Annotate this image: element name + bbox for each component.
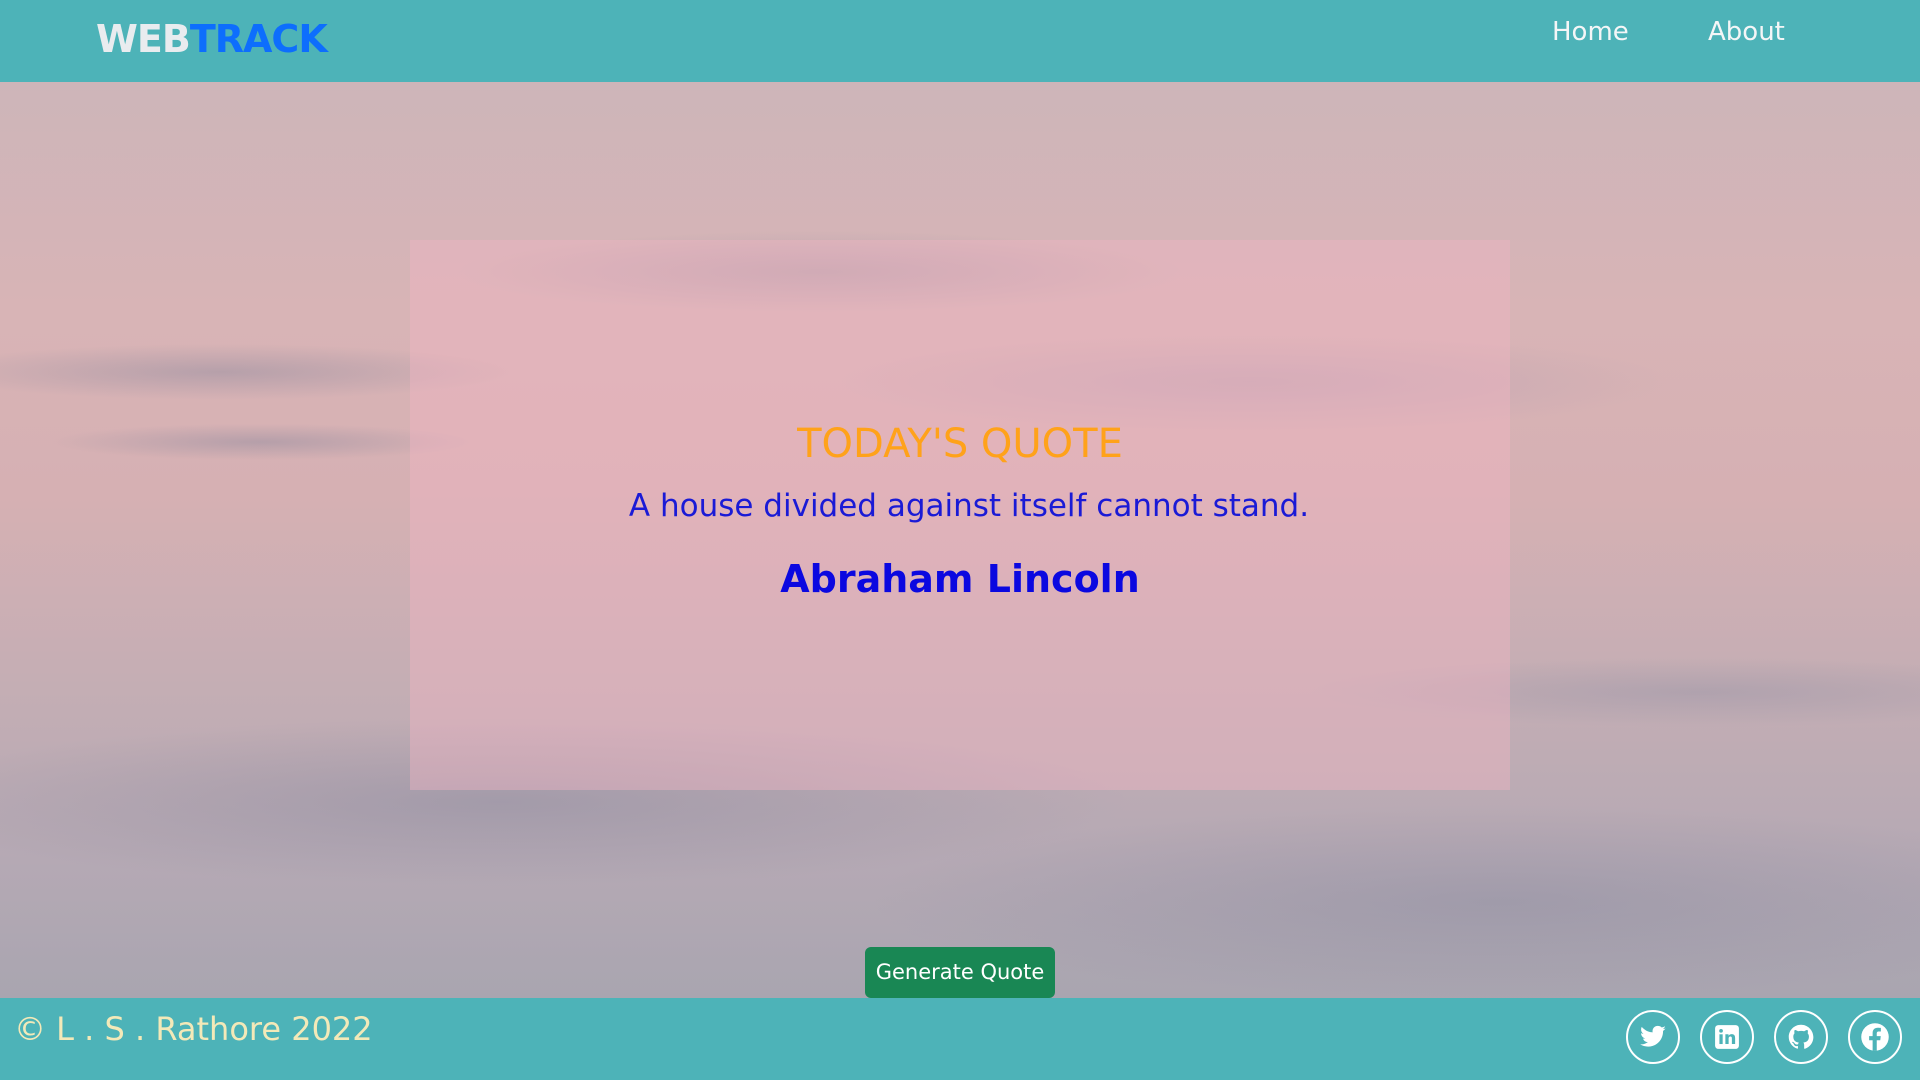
quote-author: Abraham Lincoln [780,557,1140,601]
quote-text: A house divided against itself cannot st… [628,488,1310,524]
facebook-link[interactable] [1848,1010,1902,1064]
brand-logo[interactable]: WEBTRACK [96,16,328,62]
generate-quote-button[interactable]: Generate Quote [865,947,1055,998]
github-icon [1788,1024,1814,1049]
twitter-link[interactable] [1626,1010,1680,1064]
twitter-icon [1640,1025,1666,1047]
github-link[interactable] [1774,1010,1828,1064]
facebook-icon [1861,1023,1889,1051]
navbar: WEBTRACK Home About [0,0,1920,82]
brand-part-track: TRACK [189,17,328,61]
nav-link-about[interactable]: About [1708,14,1785,50]
linkedin-icon [1715,1025,1739,1049]
copyright-text: © L . S . Rathore 2022 [14,1010,373,1048]
quote-heading: TODAY'S QUOTE [797,421,1123,467]
linkedin-link[interactable] [1700,1010,1754,1064]
footer: © L . S . Rathore 2022 [0,998,1920,1080]
brand-part-web: WEB [96,17,191,61]
nav-link-home[interactable]: Home [1552,14,1629,50]
